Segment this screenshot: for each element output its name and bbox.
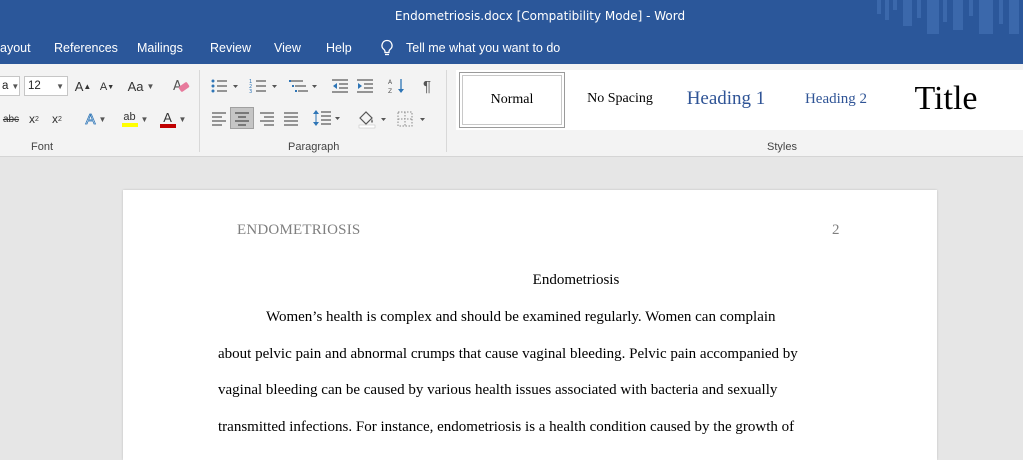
strikethrough-icon: abc xyxy=(2,113,20,125)
styles-group-label: Styles xyxy=(767,141,797,153)
style-heading-1[interactable]: Heading 1 xyxy=(674,72,778,126)
title-bar: Endometriosis.docx [Compatibility Mode] … xyxy=(0,0,1023,34)
ribbon-tabs: ayout References Mailings Review View He… xyxy=(0,34,1023,64)
highlighter-icon: ab xyxy=(123,111,136,123)
grow-font-button[interactable]: A ▲ xyxy=(74,77,92,95)
font-size-value: 12 xyxy=(28,80,41,92)
grow-font-icon: A xyxy=(74,78,84,94)
subscript-button[interactable]: x2 xyxy=(26,110,42,128)
style-heading-1-label: Heading 1 xyxy=(686,88,766,109)
chevron-down-icon: ▼ xyxy=(140,114,149,124)
tab-view[interactable]: View xyxy=(274,41,301,55)
superscript-button[interactable]: x2 xyxy=(49,110,65,128)
svg-text:3: 3 xyxy=(249,89,252,95)
body-text-line: Women’s health is complex and should be … xyxy=(266,309,776,325)
highlight-color-button[interactable]: ab ▼ xyxy=(118,108,152,130)
body-text-line: vaginal bleeding can be caused by variou… xyxy=(218,382,778,398)
tab-review[interactable]: Review xyxy=(210,41,251,55)
shrink-font-button[interactable]: A ▼ xyxy=(99,78,115,96)
chevron-down-icon: ▼ xyxy=(178,114,187,124)
align-center-button[interactable] xyxy=(230,107,254,129)
tab-references[interactable]: References xyxy=(54,41,118,55)
align-center-icon xyxy=(235,112,249,126)
group-separator xyxy=(199,70,200,152)
style-normal-label: Normal xyxy=(490,92,534,107)
change-case-icon: Aa xyxy=(127,78,144,94)
text-effects-button[interactable]: A ▼ xyxy=(80,109,112,129)
multilevel-list-icon[interactable] xyxy=(289,77,319,95)
style-normal[interactable]: Normal xyxy=(459,72,565,128)
body-text-line: about pelvic pain and abnormal crumps th… xyxy=(218,346,798,362)
document-page[interactable]: ENDOMETRIOSIS 2 Endometriosis Women’s he… xyxy=(123,190,937,460)
svg-text:Z: Z xyxy=(388,88,392,95)
style-title-label: Title xyxy=(914,80,978,117)
font-size-box[interactable]: 12 ▼ xyxy=(24,76,68,96)
running-header: ENDOMETRIOSIS xyxy=(237,222,361,238)
font-color-icon: A xyxy=(163,109,172,125)
bullets-icon[interactable] xyxy=(210,77,240,95)
chevron-down-icon: ▼ xyxy=(56,81,64,91)
tab-help[interactable]: Help xyxy=(326,41,352,55)
style-heading-2-label: Heading 2 xyxy=(804,90,868,107)
shading-icon[interactable] xyxy=(357,109,389,129)
style-heading-2[interactable]: Heading 2 xyxy=(790,72,882,126)
text-effects-icon: A xyxy=(85,110,96,128)
show-formatting-marks-button[interactable]: ¶ xyxy=(419,76,435,96)
style-no-spacing-label: No Spacing xyxy=(587,91,653,106)
lightbulb-icon xyxy=(381,39,393,56)
borders-icon[interactable] xyxy=(396,109,428,129)
paragraph-group-label: Paragraph xyxy=(288,141,340,153)
window-title: Endometriosis.docx [Compatibility Mode] … xyxy=(394,9,686,23)
sort-icon[interactable]: AZ xyxy=(388,77,406,95)
font-group-label: Font xyxy=(31,141,54,153)
tab-layout[interactable]: ayout xyxy=(0,41,31,55)
font-color-button[interactable]: A ▼ xyxy=(156,108,190,130)
title-bar-decoration xyxy=(877,0,1019,34)
change-case-button[interactable]: Aa ▼ xyxy=(126,77,156,95)
styles-gallery: Normal No Spacing Heading 1 Heading 2 Ti… xyxy=(456,70,1023,130)
strikethrough-button[interactable]: abc xyxy=(0,110,22,128)
line-spacing-icon[interactable] xyxy=(312,109,342,127)
highlight-color-swatch xyxy=(121,123,138,127)
shrink-font-icon: A xyxy=(99,81,108,93)
increase-indent-icon[interactable] xyxy=(356,77,374,95)
style-no-spacing[interactable]: No Spacing xyxy=(574,72,666,126)
document-canvas[interactable]: ENDOMETRIOSIS 2 Endometriosis Women’s he… xyxy=(0,157,1023,460)
style-title[interactable]: Title xyxy=(896,72,996,126)
chevron-down-icon: ▼ xyxy=(98,114,107,124)
tell-me-search[interactable]: Tell me what you want to do xyxy=(406,41,560,55)
page-number: 2 xyxy=(832,222,840,238)
align-left-icon[interactable] xyxy=(210,109,228,127)
justify-icon[interactable] xyxy=(282,109,300,127)
document-title: Endometriosis xyxy=(532,272,620,288)
svg-text:A: A xyxy=(388,79,393,86)
decrease-indent-icon[interactable] xyxy=(331,77,349,95)
font-color-swatch xyxy=(159,123,176,128)
font-name-box[interactable]: a ▼ xyxy=(0,76,20,96)
align-right-icon[interactable] xyxy=(258,109,276,127)
group-separator xyxy=(446,70,447,152)
numbering-icon[interactable]: 123 xyxy=(249,77,279,95)
pilcrow-icon: ¶ xyxy=(422,77,432,95)
font-name-value: a xyxy=(2,80,9,92)
chevron-down-icon: ▼ xyxy=(146,81,155,91)
tab-mailings[interactable]: Mailings xyxy=(137,41,183,55)
body-text-line: transmitted infections. For instance, en… xyxy=(218,419,795,435)
clear-formatting-icon[interactable]: A xyxy=(172,77,190,95)
chevron-down-icon: ▼ xyxy=(11,81,20,91)
